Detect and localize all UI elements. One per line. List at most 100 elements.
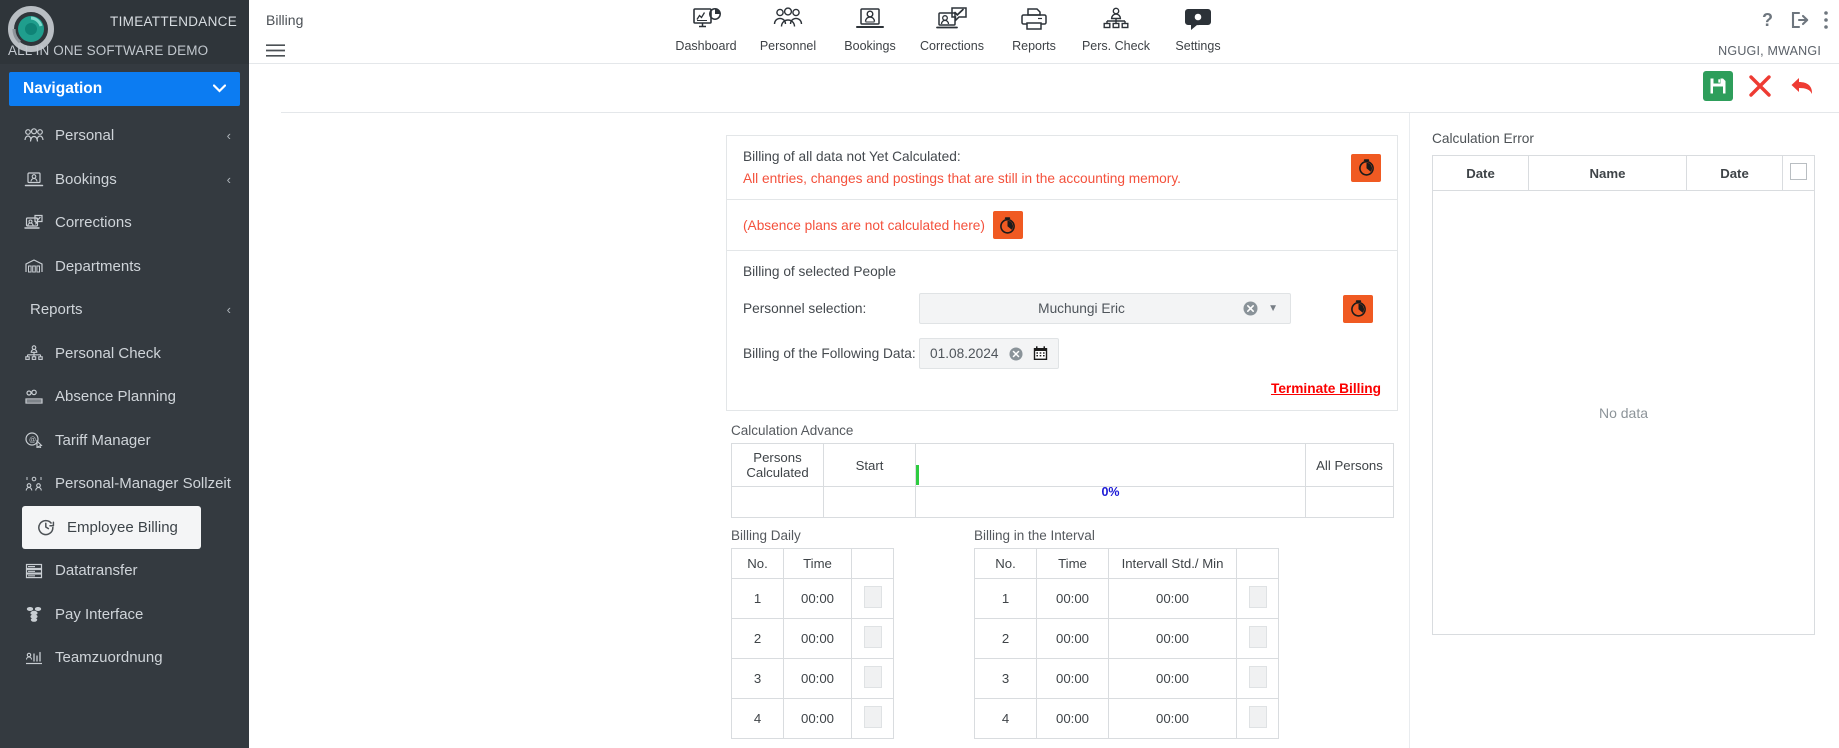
caret-down-icon[interactable]: ▼	[1268, 303, 1278, 314]
header-start: Start	[823, 443, 916, 487]
not-calculated-note: All entries, changes and postings that a…	[743, 171, 1181, 186]
sidebar-item-label: Reports	[30, 301, 83, 319]
laptop-user-icon	[22, 168, 46, 190]
top-nav-tabs: Dashboard Personnel Bookings Corrections…	[665, 0, 1239, 53]
current-user-label: NGUGI, MWANGI	[1718, 44, 1821, 58]
personnel-selection-label: Personnel selection:	[743, 301, 867, 316]
people-arrows-icon	[22, 473, 46, 495]
clear-circle-x-icon[interactable]	[1243, 301, 1258, 316]
checkbox[interactable]	[1248, 586, 1267, 608]
tab-settings[interactable]: Settings	[1157, 6, 1239, 53]
header-date-left[interactable]: Date	[1432, 155, 1529, 191]
header-all-persons: All Persons	[1305, 443, 1394, 487]
tab-pers-check[interactable]: Pers. Check	[1075, 6, 1157, 53]
checkbox[interactable]	[1248, 666, 1267, 688]
logout-arrow-icon[interactable]	[1790, 11, 1810, 29]
terminate-billing-link[interactable]: Terminate Billing	[727, 375, 1397, 410]
cell-time: 00:00	[783, 698, 852, 739]
cell-interval: 00:00	[1108, 578, 1237, 619]
table-row: 2 00:00	[731, 618, 894, 659]
main-area: Billing Dashboard Personnel Bookings Cor…	[249, 0, 1839, 748]
brand-header: TIMEATTENDANCE ALL IN ONE SOFTWARE DEMO	[0, 0, 249, 64]
cell-no: 4	[731, 698, 784, 739]
checkbox[interactable]	[1248, 626, 1267, 648]
select-all-checkbox[interactable]	[1790, 163, 1807, 180]
checkbox[interactable]	[1248, 706, 1267, 728]
sidebar-item-datatransfer[interactable]: Datatransfer	[0, 549, 249, 593]
tab-personnel[interactable]: Personnel	[747, 6, 829, 53]
checkbox[interactable]	[863, 666, 882, 688]
tab-bookings[interactable]: Bookings	[829, 6, 911, 53]
tab-label: Personnel	[759, 39, 817, 53]
progress-cell: 0%	[915, 443, 1306, 499]
checkbox[interactable]	[863, 626, 882, 648]
header-interval: Intervall Std./ Min	[1108, 548, 1237, 579]
selected-people-title: Billing of selected People	[743, 264, 896, 279]
sidebar-item-reports[interactable]: Reports ‹	[0, 288, 249, 332]
printer-icon	[1019, 6, 1049, 36]
sidebar-item-bookings[interactable]: Bookings ‹	[0, 158, 249, 202]
table-header-row: No. Time	[731, 548, 894, 579]
billing-daily-caption: Billing Daily	[731, 528, 801, 543]
billing-date-row: Billing of the Following Data: 01.08.202…	[743, 338, 1381, 369]
checkbox[interactable]	[863, 706, 882, 728]
navigation-header-label: Navigation	[23, 80, 103, 97]
question-mark-icon[interactable]: ?	[1760, 10, 1777, 30]
sidebar-item-departments[interactable]: Departments	[0, 245, 249, 289]
header-date-right[interactable]: Date	[1686, 155, 1783, 191]
sidebar-item-absence-planning[interactable]: Absence Planning	[0, 375, 249, 419]
personnel-select[interactable]: Muchungi Eric ▼	[919, 293, 1291, 324]
sidebar-item-label: Bookings	[55, 170, 117, 188]
cell-time: 00:00	[783, 618, 852, 659]
table-row: 4 00:00	[731, 698, 894, 739]
svg-text:?: ?	[1762, 10, 1773, 30]
personnel-selection-row: Personnel selection: Muchungi Eric ▼	[743, 293, 1381, 324]
tab-label: Pers. Check	[1081, 39, 1151, 53]
svg-text:@: @	[29, 437, 36, 444]
org-chart-icon	[22, 342, 46, 364]
cell-no: 3	[731, 658, 784, 699]
vertical-dots-icon[interactable]	[1823, 10, 1829, 30]
top-right-actions: ?	[1760, 10, 1829, 30]
header-select-all[interactable]	[1782, 155, 1815, 191]
cell-persons-calculated	[731, 486, 824, 518]
run-absence-billing-button[interactable]	[992, 211, 1023, 239]
sidebar-item-personal-check[interactable]: Personal Check	[0, 332, 249, 376]
tab-corrections[interactable]: Corrections	[911, 6, 993, 53]
progress-percent-label: 0%	[1101, 485, 1120, 499]
cell-no: 1	[731, 578, 784, 619]
sidebar-item-personal-manager-sollzeit[interactable]: Personal-Manager Sollzeit	[0, 462, 249, 506]
personnel-group-icon	[772, 6, 804, 36]
billing-interval-wrap: Billing in the Interval No. Time Interva…	[974, 528, 1279, 739]
sidebar-item-employee-billing[interactable]: Employee Billing	[22, 505, 201, 549]
server-transfer-icon	[22, 560, 46, 582]
calendar-icon[interactable]	[1033, 346, 1048, 361]
clear-date-icon[interactable]	[1008, 346, 1023, 361]
sidebar-item-corrections[interactable]: Corrections	[0, 201, 249, 245]
app-root: TIMEATTENDANCE ALL IN ONE SOFTWARE DEMO …	[0, 0, 1839, 748]
hamburger-menu-icon[interactable]	[266, 42, 389, 61]
cell-check	[851, 658, 894, 699]
back-button[interactable]	[1787, 71, 1817, 101]
sidebar-item-personal[interactable]: Personal ‹	[0, 114, 249, 158]
sidebar-item-tariff-manager[interactable]: @ Tariff Manager	[0, 419, 249, 463]
run-selected-billing-button[interactable]	[1343, 294, 1373, 323]
header-no: No.	[974, 548, 1037, 579]
run-billing-all-button[interactable]	[1351, 153, 1381, 182]
top-bar: Billing Dashboard Personnel Bookings Cor…	[249, 0, 1839, 64]
cancel-button[interactable]	[1745, 71, 1775, 101]
calculation-advance-section: Calculation Advance Persons Calculated S…	[726, 423, 1398, 518]
navigation-header[interactable]: Navigation	[9, 72, 240, 106]
sidebar-item-pay-interface[interactable]: Pay Interface	[0, 593, 249, 637]
checkbox[interactable]	[863, 586, 882, 608]
billing-date-input[interactable]: 01.08.2024	[919, 338, 1059, 369]
tab-reports[interactable]: Reports	[993, 6, 1075, 53]
sidebar-item-label: Personal	[55, 127, 115, 145]
save-button[interactable]	[1703, 71, 1733, 101]
sidebar-item-teamzuordnung[interactable]: Teamzuordnung	[0, 636, 249, 680]
header-persons-calculated: Persons Calculated	[731, 443, 824, 487]
sidebar-item-label: Personal-Manager Sollzeit	[55, 475, 231, 493]
cell-start	[823, 486, 916, 518]
tab-dashboard[interactable]: Dashboard	[665, 6, 747, 53]
header-name[interactable]: Name	[1528, 155, 1687, 191]
